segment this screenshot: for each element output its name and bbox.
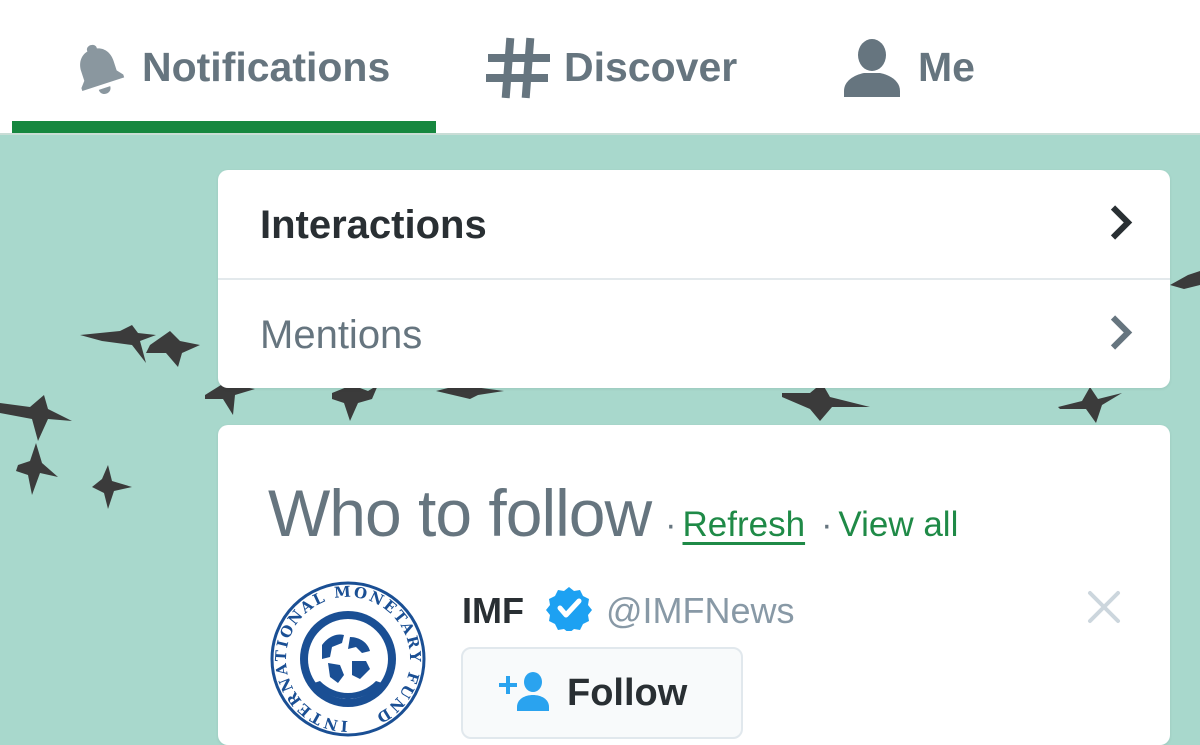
menu-item-interactions-label: Interactions: [260, 202, 487, 247]
follow-button-label: Follow: [567, 671, 688, 714]
active-tab-indicator: [12, 121, 436, 133]
menu-item-interactions[interactable]: Interactions: [218, 172, 1170, 280]
account-handle[interactable]: @IMFNews: [606, 590, 795, 632]
chevron-right-icon: [1108, 204, 1134, 247]
add-user-icon: [499, 671, 551, 716]
tab-me-label: Me: [918, 44, 975, 90]
menu-item-mentions-label: Mentions: [260, 312, 423, 357]
hashtag-icon: [486, 36, 550, 100]
verified-badge-icon: [545, 585, 592, 636]
follow-button[interactable]: Follow: [461, 647, 743, 739]
avatar[interactable]: INTERNATIONAL MONETARY FUND: [266, 579, 430, 744]
top-nav: Notifications Discover Me: [0, 0, 1200, 135]
tab-notifications-label: Notifications: [142, 44, 391, 90]
refresh-link[interactable]: Refresh: [683, 505, 806, 545]
who-to-follow-header: Who to follow · Refresh · View all: [268, 475, 958, 551]
bell-icon: [68, 38, 128, 98]
chevron-right-icon: [1108, 314, 1134, 357]
person-icon: [840, 37, 904, 99]
imf-logo: INTERNATIONAL MONETARY FUND: [268, 579, 428, 739]
view-all-link[interactable]: View all: [838, 505, 958, 545]
who-to-follow-title: Who to follow: [268, 476, 652, 550]
tab-discover-label: Discover: [564, 44, 738, 90]
dismiss-suggestion-button[interactable]: [1086, 589, 1122, 630]
menu-item-mentions[interactable]: Mentions: [218, 281, 1170, 389]
tab-me[interactable]: Me: [840, 0, 975, 135]
tab-discover[interactable]: Discover: [486, 0, 737, 135]
account-name[interactable]: IMF: [462, 590, 524, 632]
tab-notifications[interactable]: Notifications: [12, 0, 436, 135]
suggested-account: IMF @IMFNews: [462, 585, 795, 636]
separator-dot: ·: [821, 506, 833, 544]
who-to-follow-card: Who to follow · Refresh · View all INTER…: [218, 425, 1170, 745]
separator-dot: ·: [665, 506, 677, 544]
notifications-menu-card: Interactions Mentions: [218, 170, 1170, 388]
close-icon: [1086, 591, 1122, 629]
